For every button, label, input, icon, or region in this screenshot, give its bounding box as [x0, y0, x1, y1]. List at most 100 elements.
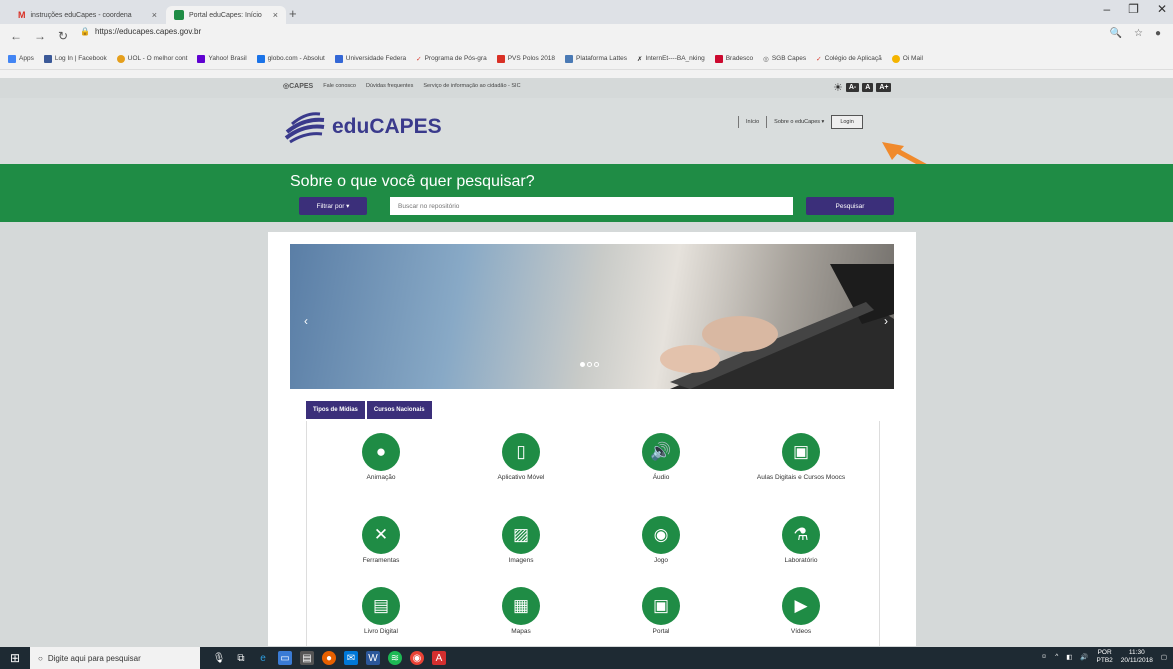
profile-icon[interactable]: ●	[1155, 28, 1161, 39]
font-normal-button[interactable]: A	[862, 83, 874, 92]
media-type-audio[interactable]: 🔊 Áudio	[601, 433, 721, 482]
spotify-icon[interactable]: ≋	[388, 651, 402, 665]
word-icon[interactable]: W	[366, 651, 380, 665]
url-field[interactable]: 🔒 https://educapes.capes.gov.br	[80, 27, 201, 36]
window-controls: – ❐ ✕	[1103, 2, 1173, 16]
network-icon[interactable]: ◧	[1066, 653, 1072, 661]
browser-chrome: M instruções eduCapes - coordena × Porta…	[0, 0, 1173, 78]
nav-divider	[738, 116, 739, 128]
mail-icon[interactable]: ✉	[344, 651, 358, 665]
media-type-aplicativo-movel[interactable]: ▯ Aplicativo Móvel	[461, 433, 581, 482]
media-type-portal[interactable]: ▣ Portal	[601, 587, 721, 636]
maximize-button[interactable]: ❐	[1128, 2, 1139, 16]
bookmark-facebook[interactable]: Log In | Facebook	[43, 54, 107, 63]
close-icon[interactable]: ×	[273, 10, 278, 20]
close-window-button[interactable]: ✕	[1157, 2, 1167, 16]
tab-instrucoes[interactable]: M instruções eduCapes - coordena ×	[10, 6, 165, 24]
chrome-icon[interactable]: ◉	[410, 651, 424, 665]
reload-icon[interactable]: ↻	[58, 29, 68, 43]
bookmark-lattes[interactable]: Plataforma Lattes	[565, 54, 627, 63]
bookmark-label: Apps	[19, 55, 34, 62]
star-icon[interactable]: ☆	[1134, 28, 1143, 39]
bookmark-bradesco[interactable]: Bradesco	[714, 54, 753, 63]
new-tab-button[interactable]: +	[289, 6, 297, 21]
educapes-logo[interactable]: eduCAPES	[284, 110, 442, 144]
bookmark-label: Log In | Facebook	[54, 55, 107, 62]
address-bar: ← → ↻ 🔒 https://educapes.capes.gov.br 🔍 …	[0, 24, 1173, 48]
forward-icon[interactable]: →	[34, 29, 46, 43]
media-tabs: Tipos de Mídias Cursos Nacionais	[306, 401, 432, 419]
search-button[interactable]: Pesquisar	[806, 197, 894, 215]
carousel-dot[interactable]	[580, 362, 585, 367]
bookmark-yahoo[interactable]: Yahoo! Brasil	[197, 54, 247, 63]
tab-tipos-de-midias[interactable]: Tipos de Mídias	[306, 401, 365, 419]
taskbar-search[interactable]: ○ Digite aqui para pesquisar	[30, 647, 200, 669]
hero-carousel[interactable]: ‹ ›	[290, 244, 894, 389]
notifications-icon[interactable]: ▢	[1161, 653, 1167, 661]
bookmark-label: InternEt----BA_nking	[645, 55, 705, 62]
login-button[interactable]: Login	[831, 115, 863, 129]
search-input[interactable]	[390, 197, 793, 215]
people-icon[interactable]: ☺	[1041, 653, 1048, 660]
windows-start-icon[interactable]: ⊞	[0, 647, 30, 669]
map-icon: ▦	[502, 587, 540, 625]
zoom-icon[interactable]: 🔍	[1110, 28, 1122, 39]
bradesco-icon	[714, 54, 723, 63]
media-type-jogo[interactable]: ◉ Jogo	[601, 516, 721, 565]
volume-icon[interactable]: 🔊	[1080, 653, 1088, 661]
bookmark-colegio[interactable]: ✓ Colégio de Aplicaçã	[816, 55, 882, 63]
bookmark-pos-graduacao[interactable]: ✓ Programa de Pós-gra	[416, 55, 487, 63]
capes-logo[interactable]: ◎CAPES	[283, 82, 313, 90]
bookmark-internet-banking[interactable]: ✗ InternEt----BA_nking	[637, 55, 705, 63]
file-explorer-icon[interactable]: ▭	[278, 651, 292, 665]
bookmark-oi-mail[interactable]: Oi Mail	[891, 54, 923, 63]
tab-cursos-nacionais[interactable]: Cursos Nacionais	[366, 401, 432, 419]
filter-dropdown[interactable]: Filtrar por ▾	[299, 197, 367, 215]
contrast-icon[interactable]: ☀	[833, 81, 843, 94]
nav-inicio[interactable]: Início	[746, 119, 759, 125]
media-type-imagens[interactable]: ▨ Imagens	[461, 516, 581, 565]
media-type-mapas[interactable]: ▦ Mapas	[461, 587, 581, 636]
bookmark-universidade[interactable]: Universidade Federa	[334, 54, 406, 63]
store-icon[interactable]: ▤	[300, 651, 314, 665]
link-duvidas[interactable]: Dúvidas frequentes	[366, 83, 413, 89]
language-indicator[interactable]: POR PTB2	[1097, 649, 1113, 665]
media-type-aulas-digitais[interactable]: ▣ Aulas Digitais e Cursos Moocs	[741, 433, 861, 482]
carousel-dot[interactable]	[594, 362, 599, 367]
bookmark-uol[interactable]: UOL - O melhor cont	[116, 54, 187, 63]
carousel-dot[interactable]	[587, 362, 592, 367]
media-type-laboratorio[interactable]: ⚗ Laboratório	[741, 516, 861, 565]
edge-icon[interactable]: e	[256, 651, 270, 665]
carousel-prev-icon[interactable]: ‹	[304, 314, 308, 328]
bookmark-globo[interactable]: globo.com - Absolut	[256, 54, 325, 63]
task-view-icon[interactable]: ⧉	[234, 651, 248, 665]
globo-icon	[256, 54, 265, 63]
media-type-label: Ferramentas	[362, 557, 400, 564]
media-type-livro-digital[interactable]: ▤ Livro Digital	[321, 587, 441, 636]
font-increase-button[interactable]: A+	[876, 83, 892, 92]
carousel-next-icon[interactable]: ›	[884, 314, 888, 328]
pdf-reader-icon[interactable]: A	[432, 651, 446, 665]
minimize-button[interactable]: –	[1103, 2, 1110, 16]
firefox-icon[interactable]: ●	[322, 651, 336, 665]
nav-sobre-dropdown[interactable]: Sobre o eduCapes ▾	[774, 119, 824, 125]
media-type-ferramentas[interactable]: ✕ Ferramentas	[321, 516, 441, 565]
font-decrease-button[interactable]: A-	[845, 83, 860, 92]
tab-portal-educapes[interactable]: Portal eduCapes: Início ×	[166, 6, 286, 24]
back-icon[interactable]: ←	[10, 29, 22, 43]
clock[interactable]: 11:30 20/11/2018	[1121, 649, 1153, 665]
bookmark-apps[interactable]: Apps	[8, 54, 34, 63]
link-sic[interactable]: Serviço de informação ao cidadão - SIC	[423, 83, 520, 89]
carousel-indicators	[580, 362, 599, 367]
link-fale-conosco[interactable]: Fale conosco	[323, 83, 356, 89]
bookmark-label: globo.com - Absolut	[267, 55, 325, 62]
bookmark-pvs[interactable]: PVS Polos 2018	[496, 54, 555, 63]
media-type-videos[interactable]: ▶ Vídeos	[741, 587, 861, 636]
microphone-icon[interactable]: 🎙	[212, 651, 226, 665]
nav-divider	[766, 116, 768, 128]
media-type-animacao[interactable]: ● Animação	[321, 433, 441, 482]
tray-chevron-icon[interactable]: ^	[1055, 653, 1058, 660]
clock-time: 11:30	[1128, 649, 1145, 656]
close-icon[interactable]: ×	[152, 10, 157, 20]
bookmark-sgb[interactable]: ◎ SGB Capes	[763, 55, 806, 63]
